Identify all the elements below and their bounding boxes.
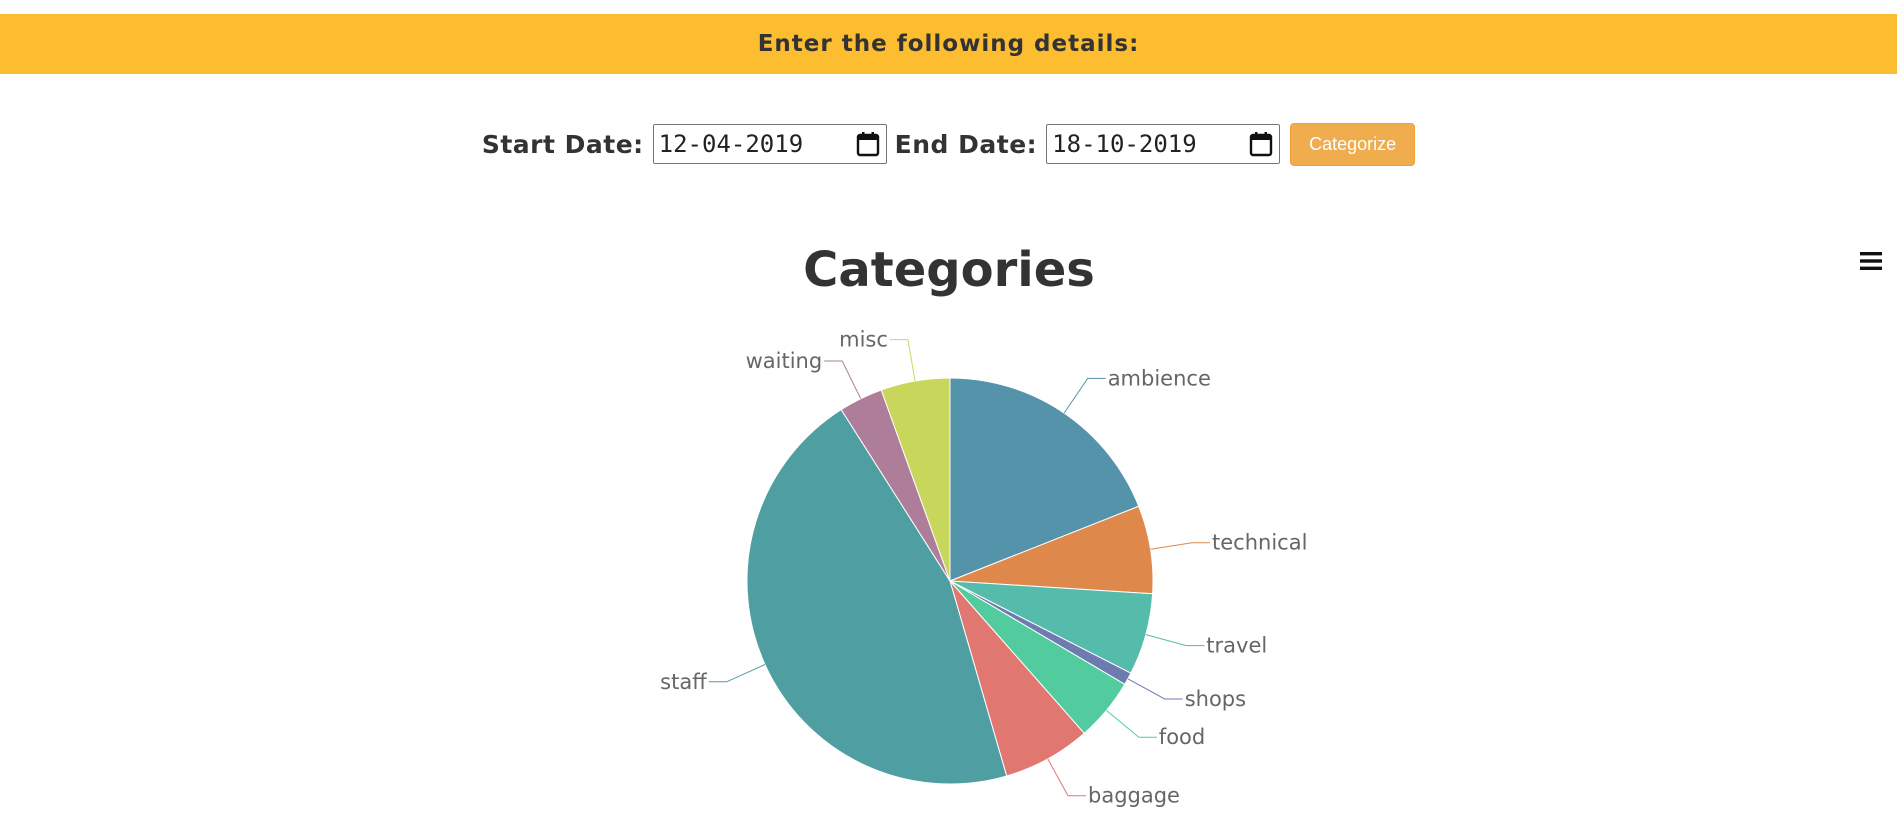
connector-ambience: [1063, 377, 1106, 414]
slice-label-baggage: baggage: [1088, 784, 1180, 808]
pie-slices: [746, 377, 1154, 785]
slice-label-staff: staff: [660, 670, 707, 694]
chart-title: Categories: [803, 242, 1095, 298]
slice-label-waiting: waiting: [746, 349, 823, 373]
connector-baggage: [1047, 758, 1086, 797]
connector-travel: [1145, 634, 1205, 647]
slice-label-misc: misc: [839, 328, 888, 352]
connector-staff: [708, 664, 766, 683]
slice-label-technical: technical: [1212, 531, 1307, 555]
slice-label-travel: travel: [1206, 634, 1267, 658]
hamburger-menu-icon[interactable]: [1859, 250, 1883, 272]
slice-label-ambience: ambience: [1108, 366, 1211, 390]
categories-pie-chart: Categories ambience technical travel shops f…: [660, 242, 1307, 808]
connector-technical: [1150, 542, 1210, 550]
connector-shops: [1127, 678, 1183, 700]
connector-misc: [889, 339, 916, 382]
slice-label-food: food: [1159, 725, 1205, 749]
connector-food: [1106, 710, 1157, 738]
connector-waiting: [824, 360, 862, 399]
slice-label-shops: shops: [1185, 687, 1246, 711]
